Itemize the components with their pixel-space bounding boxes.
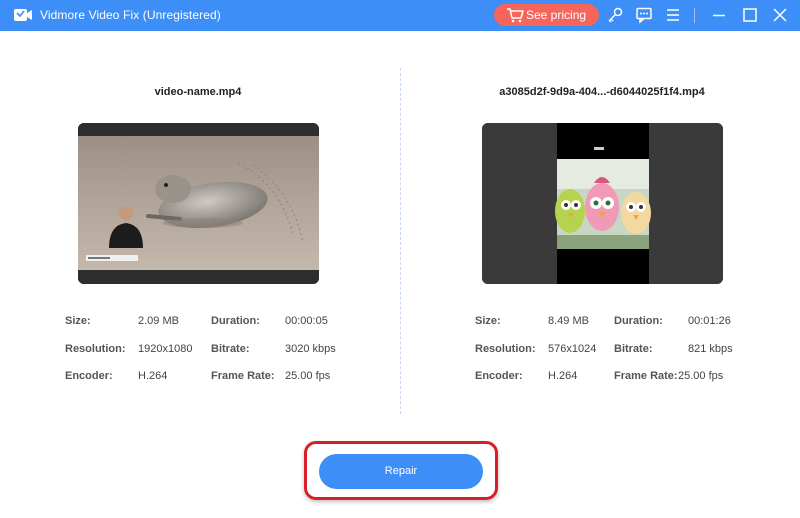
original-file-name: video-name.mp4 bbox=[154, 86, 242, 98]
close-icon[interactable] bbox=[771, 6, 789, 24]
bitrate-value: 821 kbps bbox=[688, 343, 733, 355]
sample-video-thumbnail[interactable] bbox=[482, 123, 723, 284]
original-video-thumbnail[interactable] bbox=[78, 123, 319, 284]
feedback-icon[interactable] bbox=[635, 6, 653, 24]
encoder-label: Encoder: bbox=[475, 370, 523, 382]
cart-icon bbox=[507, 8, 524, 23]
resolution-value: 576x1024 bbox=[548, 343, 597, 355]
bitrate-label: Bitrate: bbox=[614, 343, 653, 355]
menu-icon[interactable] bbox=[664, 6, 682, 24]
duration-value: 00:01:26 bbox=[688, 315, 731, 327]
frame-rate-value: 25.00 fps bbox=[678, 370, 724, 382]
encoder-label: Encoder: bbox=[65, 370, 113, 382]
see-pricing-label: See pricing bbox=[526, 8, 587, 22]
size-value: 8.49 MB bbox=[548, 315, 589, 327]
maximize-icon[interactable] bbox=[741, 6, 759, 24]
duration-label: Duration: bbox=[211, 315, 260, 327]
repair-button[interactable]: Repair bbox=[319, 454, 483, 489]
frame-rate-label: Frame Rate: bbox=[211, 370, 275, 382]
titlebar-separator bbox=[694, 8, 695, 23]
sample-file-name: a3085d2f-9d9a-404...-d6044025f1f4.mp4 bbox=[499, 86, 705, 98]
seal-video-frame bbox=[78, 123, 319, 284]
resolution-label: Resolution: bbox=[65, 343, 126, 355]
encoder-value: H.264 bbox=[138, 370, 168, 382]
bitrate-value: 3020 kbps bbox=[285, 343, 336, 355]
encoder-value: H.264 bbox=[548, 370, 578, 382]
size-value: 2.09 MB bbox=[138, 315, 179, 327]
frame-rate-value: 25.00 fps bbox=[285, 370, 331, 382]
bitrate-label: Bitrate: bbox=[211, 343, 250, 355]
birds-video-frame bbox=[482, 123, 723, 284]
title-bar: Vidmore Video Fix (Unregistered) See pri… bbox=[0, 0, 800, 31]
app-title: Vidmore Video Fix (Unregistered) bbox=[40, 8, 221, 22]
frame-rate-label: Frame Rate: bbox=[614, 370, 678, 382]
see-pricing-button[interactable]: See pricing bbox=[494, 4, 599, 26]
duration-label: Duration: bbox=[614, 315, 663, 327]
app-logo-icon bbox=[14, 9, 32, 21]
duration-value: 00:00:05 bbox=[285, 315, 328, 327]
minimize-icon[interactable] bbox=[710, 6, 728, 24]
resolution-value: 1920x1080 bbox=[138, 343, 193, 355]
size-label: Size: bbox=[65, 315, 91, 327]
panel-divider bbox=[400, 68, 401, 414]
resolution-label: Resolution: bbox=[475, 343, 536, 355]
size-label: Size: bbox=[475, 315, 501, 327]
key-icon[interactable] bbox=[606, 6, 624, 24]
